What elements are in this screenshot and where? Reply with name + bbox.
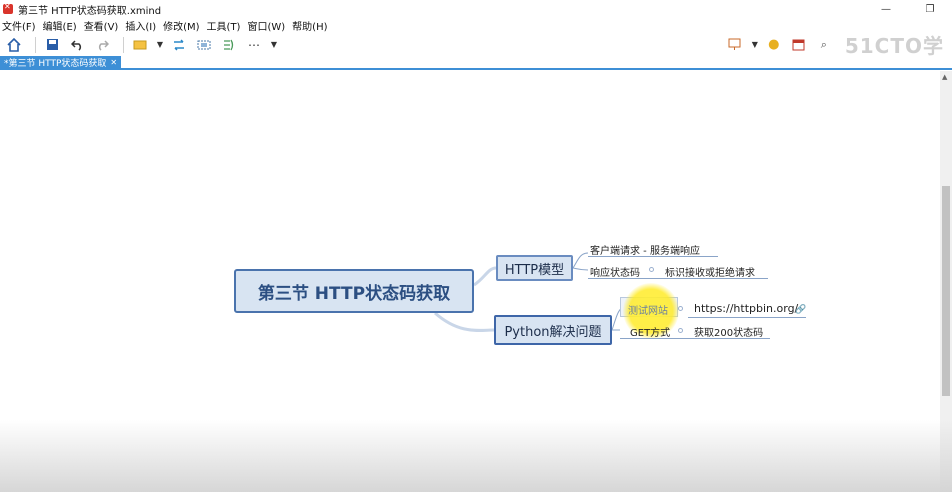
toolbar: ▼ ⋯ ▼ ▼ ● ⌕ 51CTO学 [0, 33, 952, 58]
menu-bar: 文件(F) 编辑(E) 查看(V) 插入(I) 修改(M) 工具(T) 窗口(W… [0, 18, 952, 33]
menu-tools[interactable]: 工具(T) [207, 18, 241, 33]
detail-httpbin-url[interactable]: https://httpbin.org/ [694, 302, 798, 315]
window-controls: — ❐ [864, 0, 952, 18]
toolbar-divider [35, 36, 36, 53]
link-icon[interactable]: 🔗 [795, 305, 806, 315]
boundary-icon[interactable] [194, 35, 214, 55]
minimize-button[interactable]: — [864, 0, 908, 18]
more-icon[interactable]: ⋯ [244, 35, 264, 55]
collapse-dot[interactable] [678, 328, 683, 333]
central-topic[interactable]: 第三节 HTTP状态码获取 [234, 269, 474, 313]
tab-document[interactable]: *第三节 HTTP状态码获取 ✕ [0, 56, 122, 69]
subtopic-test-site[interactable]: 测试网站 [628, 302, 668, 317]
home-icon[interactable] [4, 35, 24, 55]
toolbar-right: ▼ ● ⌕ 51CTO学 [725, 33, 944, 58]
menu-modify[interactable]: 修改(M) [163, 18, 199, 33]
toolbar-divider [123, 36, 124, 53]
topic-python-solve[interactable]: Python解决问题 [494, 315, 612, 345]
collapse-dot[interactable] [678, 306, 683, 311]
scrollbar-thumb[interactable] [942, 186, 950, 396]
topic-icon[interactable] [130, 35, 150, 55]
panel-icon[interactable] [789, 35, 809, 55]
chevron-down-icon[interactable]: ▼ [269, 35, 279, 55]
menu-view[interactable]: 查看(V) [84, 18, 119, 33]
tab-label: *第三节 HTTP状态码获取 [4, 59, 107, 69]
presentation-icon[interactable] [725, 35, 745, 55]
vertical-scrollbar[interactable]: ▲ [940, 71, 952, 492]
restore-button[interactable]: ❐ [908, 0, 952, 18]
collapse-dot[interactable] [649, 267, 654, 272]
zoom-icon[interactable]: ⌕ [814, 35, 834, 55]
detail-accept-reject[interactable]: 标识接收或拒绝请求 [665, 264, 755, 279]
subtopic-get-method[interactable]: GET方式 [630, 324, 670, 339]
chevron-down-icon[interactable]: ▼ [750, 35, 760, 55]
subtopic-underline [620, 338, 770, 339]
menu-insert[interactable]: 插入(I) [125, 18, 156, 33]
relationship-icon[interactable] [169, 35, 189, 55]
chevron-down-icon[interactable]: ▼ [155, 35, 165, 55]
menu-edit[interactable]: 编辑(E) [43, 18, 77, 33]
menu-file[interactable]: 文件(F) [2, 18, 36, 33]
scroll-up-icon[interactable]: ▲ [942, 73, 947, 81]
xmind-app-icon [3, 2, 13, 14]
summary-icon[interactable] [219, 35, 239, 55]
subtopic-underline [688, 317, 806, 318]
save-icon[interactable] [42, 35, 62, 55]
editor-tab-strip: *第三节 HTTP状态码获取 ✕ [0, 56, 952, 70]
watermark-logo: 51CTO学 [844, 34, 944, 58]
title-bar: 第三节 HTTP状态码获取.xmind — ❐ [0, 0, 952, 18]
topic-http-model[interactable]: HTTP模型 [496, 255, 573, 281]
window-title: 第三节 HTTP状态码获取.xmind [18, 5, 162, 17]
redo-icon[interactable] [92, 35, 112, 55]
detail-get-200[interactable]: 获取200状态码 [694, 324, 763, 339]
undo-icon[interactable] [67, 35, 87, 55]
menu-window[interactable]: 窗口(W) [247, 18, 285, 33]
menu-help[interactable]: 帮助(H) [292, 18, 327, 33]
subtopic-underline [588, 256, 718, 257]
idea-icon[interactable]: ● [764, 35, 784, 55]
subtopic-client-server[interactable]: 客户端请求 - 服务端响应 [590, 242, 700, 257]
subtopic-status-code[interactable]: 响应状态码 [590, 264, 640, 279]
close-icon[interactable]: ✕ [110, 58, 117, 67]
